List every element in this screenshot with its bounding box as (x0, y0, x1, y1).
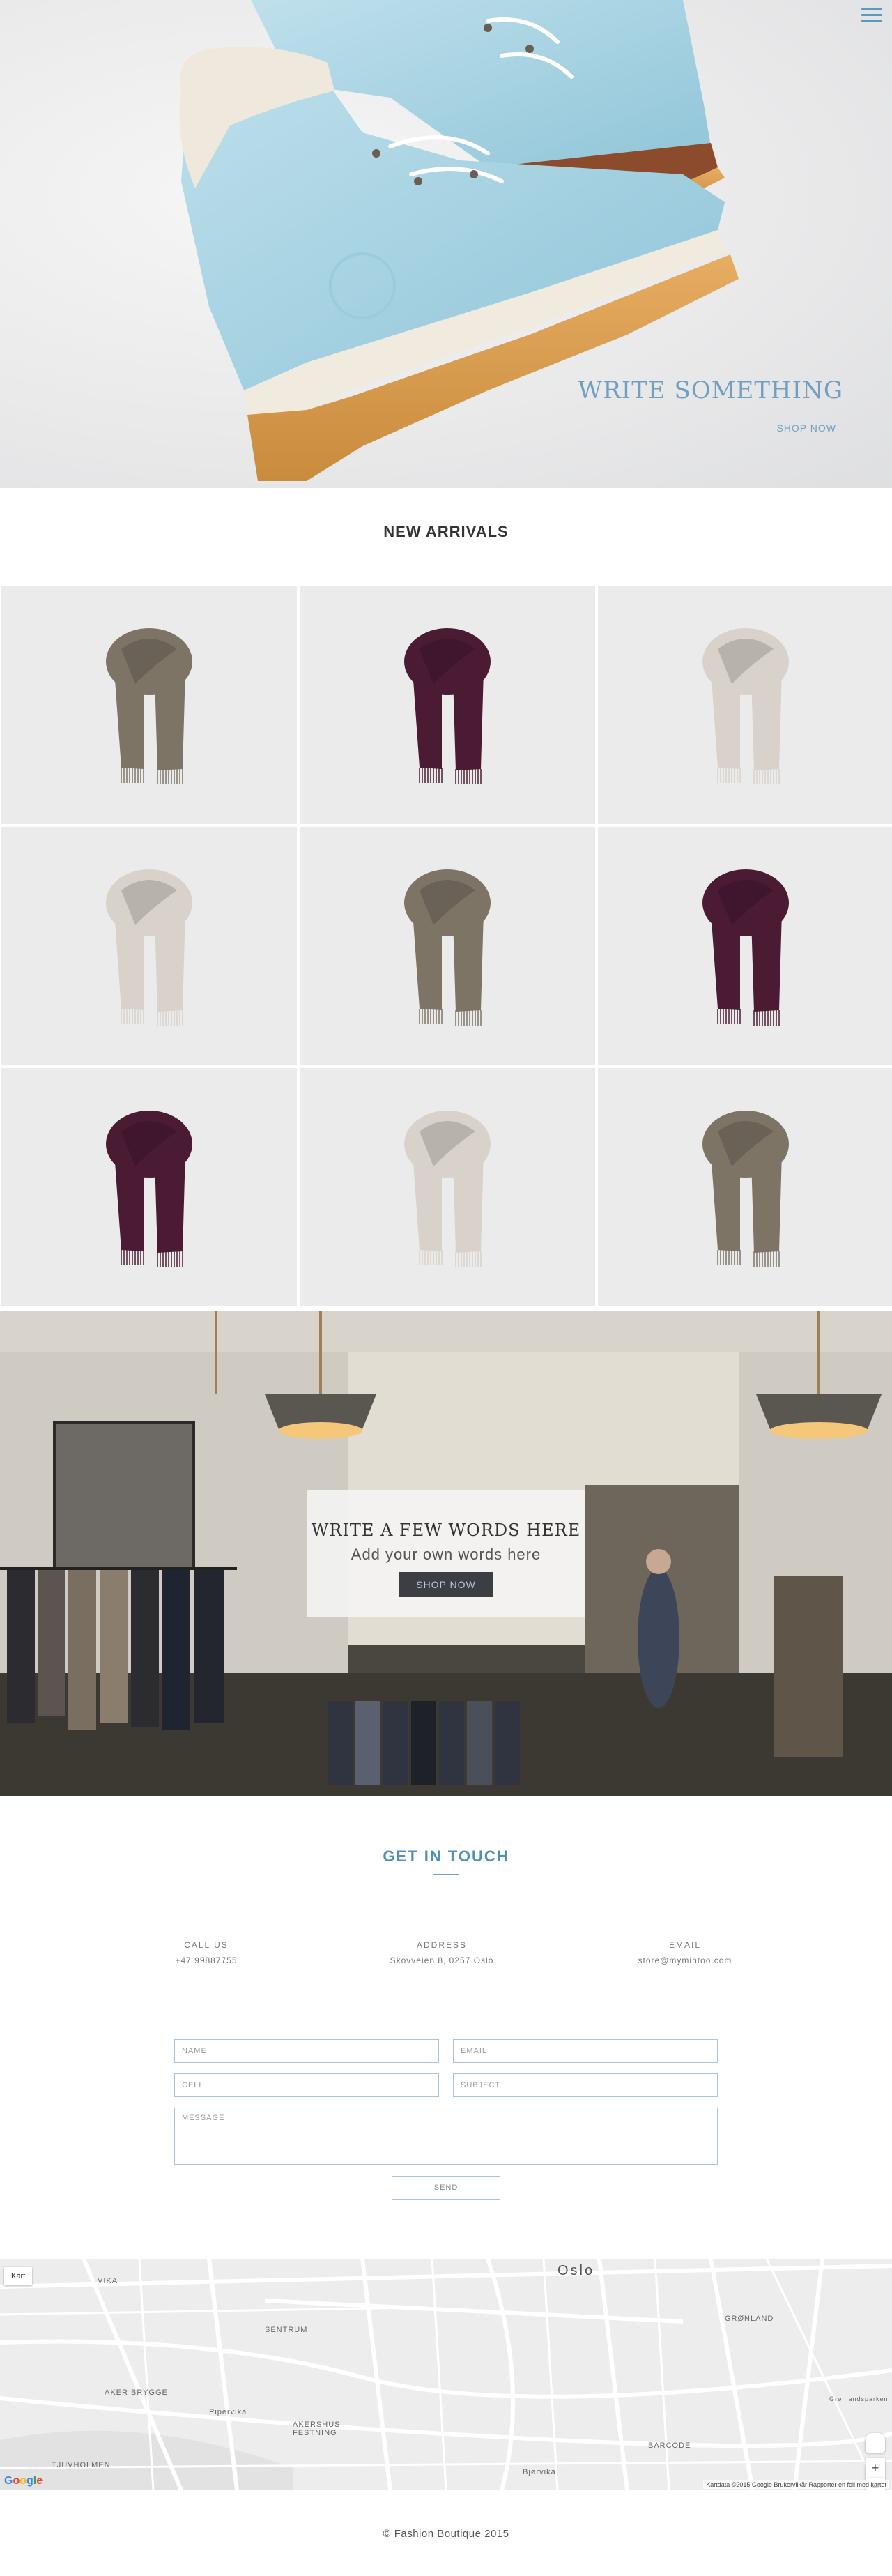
hero-shop-now-link[interactable]: SHOP NOW (776, 422, 836, 434)
product-tile[interactable] (598, 827, 892, 1065)
banner-subtitle: Add your own words here (351, 1546, 541, 1563)
map-label: VIKA (98, 2277, 118, 2285)
google-logo[interactable]: Google (4, 2475, 43, 2487)
map-streets (0, 2259, 892, 2490)
map[interactable]: Oslo VIKA SENTRUM GRØNLAND AKER BRYGGE P… (0, 2259, 892, 2490)
scarf-image (404, 628, 491, 784)
scarf-image (106, 628, 192, 784)
banner-title: WRITE A FEW WORDS HERE (311, 1521, 581, 1540)
product-tile[interactable] (598, 586, 892, 824)
banner-shop-now-button[interactable]: SHOP NOW (399, 1572, 493, 1597)
message-textarea[interactable] (174, 2108, 718, 2165)
map-label-city: Oslo (558, 2263, 595, 2278)
email-value[interactable]: store@mymintoo.com (580, 1956, 790, 1965)
scarf-image (404, 869, 491, 1026)
address-label: ADDRESS (416, 1940, 467, 1950)
map-label: Bjørvika (523, 2468, 556, 2476)
product-tile[interactable] (300, 1068, 595, 1306)
contact-title: GET IN TOUCH (383, 1847, 509, 1865)
map-label: TJUVHOLMEN (52, 2461, 111, 2469)
email-block: EMAIL store@mymintoo.com (580, 1940, 790, 1965)
banner-overlay: WRITE A FEW WORDS HERE Add your own word… (307, 1490, 585, 1617)
footer-copyright: © Fashion Boutique 2015 (383, 2528, 509, 2540)
email-input[interactable] (453, 2039, 718, 2063)
page: WRITE SOMETHING SHOP NOW NEW ARRIVALS WR… (0, 0, 892, 2576)
address-value: Skovveien 8, 0257 Oslo (390, 1956, 494, 1965)
send-button[interactable]: SEND (392, 2176, 500, 2200)
product-tile[interactable] (598, 1068, 892, 1306)
map-label: GRØNLAND (725, 2315, 774, 2323)
scarf-image (702, 628, 789, 784)
map-label: AKERSHUS FESTNING (293, 2421, 341, 2437)
cell-input[interactable] (174, 2073, 439, 2097)
scarf-image (404, 1111, 491, 1267)
name-input[interactable] (174, 2039, 439, 2063)
boots-image (179, 0, 739, 481)
email-label: EMAIL (668, 1940, 701, 1950)
map-label: SENTRUM (265, 2326, 308, 2334)
product-tile[interactable] (300, 827, 595, 1065)
store-interior-banner: WRITE A FEW WORDS HERE Add your own word… (0, 1311, 892, 1796)
address-block: ADDRESS Skovveien 8, 0257 Oslo (337, 1940, 546, 1965)
scarf-image (106, 1111, 192, 1267)
map-label: AKER BRYGGE (105, 2388, 168, 2397)
hero-banner: WRITE SOMETHING SHOP NOW (0, 0, 892, 488)
product-tile[interactable] (1, 586, 297, 824)
contact-divider (433, 1874, 459, 1875)
call-us-label: CALL US (184, 1940, 229, 1950)
scarf-image (702, 1111, 789, 1267)
call-us-value[interactable]: +47 99887755 (102, 1956, 311, 1965)
map-attribution[interactable]: Kartdata ©2015 Google Brukervilkår Rappo… (703, 2480, 889, 2489)
product-tile[interactable] (1, 1068, 297, 1306)
map-label: BARCODE (648, 2441, 691, 2450)
scarf-image (106, 869, 192, 1026)
call-us-block: CALL US +47 99887755 (102, 1940, 311, 1965)
street-view-pegman-icon[interactable] (866, 2433, 885, 2453)
zoom-in-button[interactable]: + (866, 2458, 885, 2478)
new-arrivals-title: NEW ARRIVALS (383, 523, 509, 540)
product-grid (0, 586, 892, 1306)
hero-title: WRITE SOMETHING (578, 376, 843, 404)
product-tile[interactable] (1, 827, 297, 1065)
scarf-image (702, 869, 789, 1026)
hamburger-menu-icon[interactable] (861, 8, 882, 25)
map-type-button[interactable]: Kart (4, 2267, 33, 2285)
product-tile[interactable] (300, 586, 595, 824)
map-label: Pipervika (209, 2408, 247, 2416)
subject-input[interactable] (453, 2073, 718, 2097)
map-label: Grønlandsparken (829, 2395, 889, 2402)
